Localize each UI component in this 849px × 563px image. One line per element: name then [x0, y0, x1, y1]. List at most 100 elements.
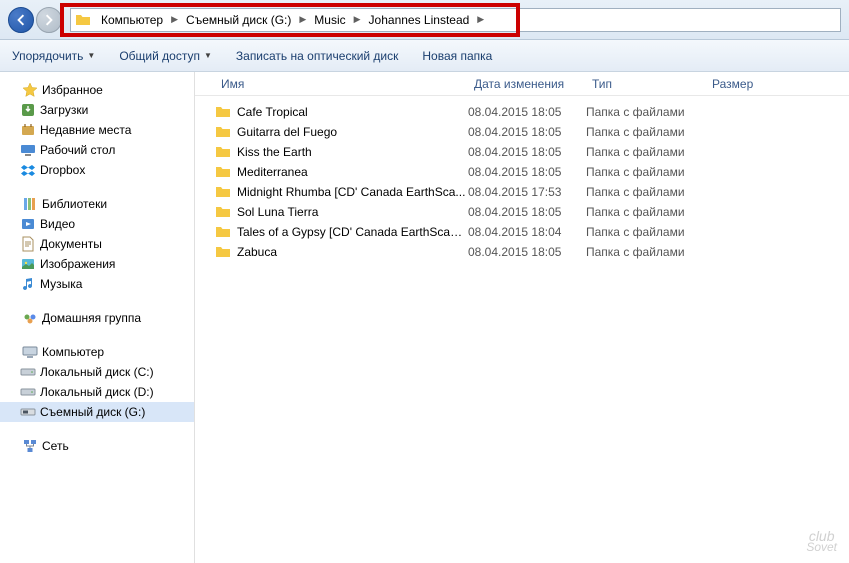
sidebar-item-music[interactable]: Музыка: [0, 274, 194, 294]
file-row[interactable]: Zabuca08.04.2015 18:05Папка с файлами: [195, 242, 849, 262]
network-icon: [22, 438, 38, 454]
folder-icon: [215, 144, 231, 160]
file-name: Midnight Rhumba [CD' Canada EarthSca...: [237, 185, 468, 199]
column-header-name[interactable]: Имя: [215, 77, 468, 91]
file-date: 08.04.2015 18:05: [468, 125, 586, 139]
column-header-size[interactable]: Размер: [706, 77, 786, 91]
new-folder-button[interactable]: Новая папка: [418, 47, 496, 65]
burn-button[interactable]: Записать на оптический диск: [232, 47, 403, 65]
navigation-bar: Компьютер▶ Съемный диск (G:)▶ Music▶ Joh…: [0, 0, 849, 40]
libraries-icon: [22, 196, 38, 212]
tree-label: Домашняя группа: [42, 311, 141, 325]
address-bar[interactable]: Компьютер▶ Съемный диск (G:)▶ Music▶ Joh…: [70, 8, 841, 32]
nav-buttons: [8, 7, 62, 33]
favorites-header[interactable]: Избранное: [0, 80, 194, 100]
folder-icon: [215, 164, 231, 180]
chevron-right-icon: ▶: [297, 14, 308, 25]
sidebar-item-video[interactable]: Видео: [0, 214, 194, 234]
file-date: 08.04.2015 18:05: [468, 245, 586, 259]
file-row[interactable]: Tales of a Gypsy [CD' Canada EarthScape.…: [195, 222, 849, 242]
tree-label: Музыка: [40, 277, 82, 291]
sidebar-item-pictures[interactable]: Изображения: [0, 254, 194, 274]
share-button[interactable]: Общий доступ ▼: [115, 47, 216, 65]
tree-label: Недавние места: [40, 123, 131, 137]
column-header-type[interactable]: Тип: [586, 77, 706, 91]
computer-header[interactable]: Компьютер: [0, 342, 194, 362]
tree-label: Локальный диск (D:): [40, 385, 154, 399]
file-name: Kiss the Earth: [237, 145, 468, 159]
file-type: Папка с файлами: [586, 205, 706, 219]
tree-group-libraries: Библиотеки Видео Документы Изображения М…: [0, 194, 194, 294]
sidebar-item-desktop[interactable]: Рабочий стол: [0, 140, 194, 160]
sidebar-item-recent[interactable]: Недавние места: [0, 120, 194, 140]
file-name: Mediterranea: [237, 165, 468, 179]
breadcrumb-item[interactable]: Johannes Linstead: [363, 9, 476, 31]
file-row[interactable]: Guitarra del Fuego08.04.2015 18:05Папка …: [195, 122, 849, 142]
tree-label: Избранное: [42, 83, 103, 97]
back-button[interactable]: [8, 7, 34, 33]
downloads-icon: [20, 102, 36, 118]
file-row[interactable]: Sol Luna Tierra08.04.2015 18:05Папка с ф…: [195, 202, 849, 222]
content-pane: Имя Дата изменения Тип Размер Cafe Tropi…: [195, 72, 849, 563]
documents-icon: [20, 236, 36, 252]
file-date: 08.04.2015 18:05: [468, 205, 586, 219]
file-type: Папка с файлами: [586, 245, 706, 259]
computer-icon: [22, 344, 38, 360]
desktop-icon: [20, 142, 36, 158]
file-type: Папка с файлами: [586, 165, 706, 179]
folder-icon: [215, 244, 231, 260]
file-row[interactable]: Midnight Rhumba [CD' Canada EarthSca...0…: [195, 182, 849, 202]
tree-group-favorites: Избранное Загрузки Недавние места Рабочи…: [0, 80, 194, 180]
file-type: Папка с файлами: [586, 225, 706, 239]
file-date: 08.04.2015 18:05: [468, 165, 586, 179]
file-date: 08.04.2015 18:05: [468, 145, 586, 159]
breadcrumb-item[interactable]: Music: [308, 9, 351, 31]
tree-label: Dropbox: [40, 163, 85, 177]
organize-button[interactable]: Упорядочить ▼: [8, 47, 99, 65]
sidebar-item-disk-c[interactable]: Локальный диск (C:): [0, 362, 194, 382]
tree-group-computer: Компьютер Локальный диск (C:) Локальный …: [0, 342, 194, 422]
file-row[interactable]: Cafe Tropical08.04.2015 18:05Папка с фай…: [195, 102, 849, 122]
file-list: Cafe Tropical08.04.2015 18:05Папка с фай…: [195, 96, 849, 563]
removable-drive-icon: [20, 404, 36, 420]
file-name: Zabuca: [237, 245, 468, 259]
folder-icon: [75, 12, 91, 28]
file-row[interactable]: Mediterranea08.04.2015 18:05Папка с файл…: [195, 162, 849, 182]
folder-icon: [215, 204, 231, 220]
tree-label: Сеть: [42, 439, 69, 453]
breadcrumb-item[interactable]: Съемный диск (G:): [180, 9, 297, 31]
file-row[interactable]: Kiss the Earth08.04.2015 18:05Папка с фа…: [195, 142, 849, 162]
folder-icon: [215, 124, 231, 140]
folder-icon: [215, 184, 231, 200]
star-icon: [22, 82, 38, 98]
forward-button[interactable]: [36, 7, 62, 33]
pictures-icon: [20, 256, 36, 272]
music-icon: [20, 276, 36, 292]
sidebar-item-disk-d[interactable]: Локальный диск (D:): [0, 382, 194, 402]
breadcrumb-item[interactable]: Компьютер: [95, 9, 169, 31]
dropbox-icon: [20, 162, 36, 178]
tree-label: Компьютер: [42, 345, 104, 359]
sidebar-item-downloads[interactable]: Загрузки: [0, 100, 194, 120]
homegroup-icon: [22, 310, 38, 326]
folder-icon: [215, 104, 231, 120]
tree-label: Документы: [40, 237, 102, 251]
chevron-right-icon: ▶: [352, 14, 363, 25]
chevron-down-icon: ▼: [87, 51, 95, 60]
network-header[interactable]: Сеть: [0, 436, 194, 456]
sidebar-item-documents[interactable]: Документы: [0, 234, 194, 254]
column-header-date[interactable]: Дата изменения: [468, 77, 586, 91]
tree-group-network: Сеть: [0, 436, 194, 456]
sidebar-item-disk-g[interactable]: Съемный диск (G:): [0, 402, 194, 422]
file-name: Guitarra del Fuego: [237, 125, 468, 139]
homegroup-header[interactable]: Домашняя группа: [0, 308, 194, 328]
file-name: Tales of a Gypsy [CD' Canada EarthScape.…: [237, 225, 468, 239]
column-headers: Имя Дата изменения Тип Размер: [195, 72, 849, 96]
tree-label: Съемный диск (G:): [40, 405, 145, 419]
folder-icon: [215, 224, 231, 240]
libraries-header[interactable]: Библиотеки: [0, 194, 194, 214]
arrow-right-icon: [43, 14, 55, 26]
recent-icon: [20, 122, 36, 138]
sidebar-item-dropbox[interactable]: Dropbox: [0, 160, 194, 180]
drive-icon: [20, 384, 36, 400]
